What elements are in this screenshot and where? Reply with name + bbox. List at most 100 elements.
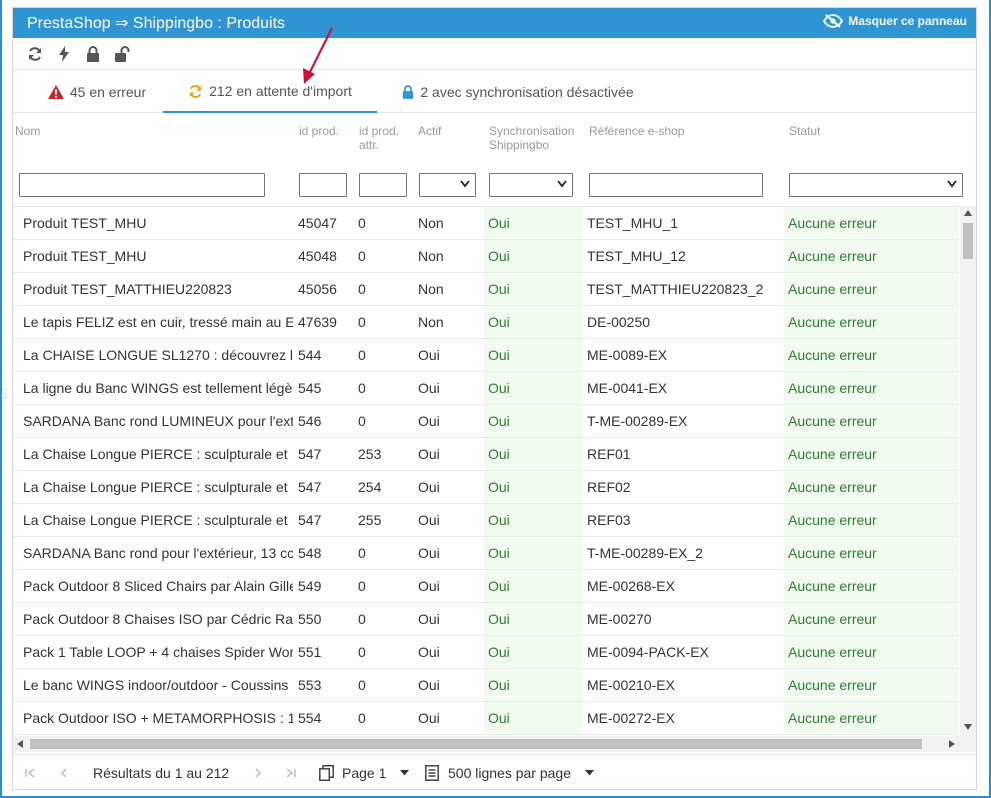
previous-page-button[interactable] — [59, 755, 69, 791]
cell-id: 545 — [298, 380, 322, 396]
cell-actif: Non — [418, 215, 444, 231]
cell-actif: Oui — [418, 578, 440, 594]
cell-attr: 0 — [358, 281, 366, 297]
scroll-down-icon[interactable] — [964, 724, 972, 730]
next-page-button[interactable] — [253, 755, 263, 791]
table-row[interactable]: Pack 1 Table LOOP + 4 chaises Spider Wor… — [13, 636, 959, 669]
cell-nom: Le banc WINGS indoor/outdoor - Coussins — [23, 677, 289, 693]
cell-nom: Pack Outdoor 8 Chaises ISO par Cédric Ra — [23, 611, 293, 627]
cell-statut: Aucune erreur — [784, 603, 959, 635]
table-row[interactable]: Produit TEST_MATTHIEU220823 45056 0 Non Oui T… — [13, 273, 959, 306]
scroll-left-icon[interactable] — [17, 740, 23, 748]
column-header-ref[interactable]: Référence e-shop — [589, 124, 684, 138]
cell-ref: TEST_MHU_12 — [587, 248, 686, 264]
first-page-button[interactable] — [24, 755, 36, 791]
table-row[interactable]: La Chaise Longue PIERCE : sculpturale et… — [13, 438, 959, 471]
column-header-actif[interactable]: Actif — [418, 124, 441, 138]
cell-id: 45056 — [298, 281, 337, 297]
panel-title: PrestaShop ⇒ Shippingbo : Produits — [27, 15, 286, 32]
column-header-id-prod[interactable]: id prod. — [299, 124, 339, 138]
filter-ref-input[interactable] — [589, 173, 763, 197]
column-header-statut[interactable]: Statut — [789, 124, 820, 138]
horizontal-scrollbar[interactable] — [13, 736, 976, 752]
vertical-scrollbar[interactable] — [960, 206, 976, 736]
filter-id-prod-attr-input[interactable] — [359, 173, 407, 197]
cell-actif: Oui — [418, 710, 440, 726]
cell-id: 551 — [298, 644, 322, 660]
cell-id: 547 — [298, 479, 322, 495]
lock-icon — [403, 85, 414, 99]
cell-actif: Oui — [418, 545, 440, 561]
table-row[interactable]: SARDANA Banc rond LUMINEUX pour l'ext 546… — [13, 405, 959, 438]
cell-id: 45048 — [298, 248, 337, 264]
cell-statut: Aucune erreur — [784, 438, 959, 470]
tab-errors[interactable]: 45 en erreur — [27, 71, 167, 113]
cell-attr: 254 — [358, 479, 382, 495]
cell-statut: Aucune erreur — [784, 636, 959, 668]
table-row[interactable]: Pack Outdoor ISO + METAMORPHOSIS : 1 554 0… — [13, 702, 959, 735]
cell-actif: Non — [418, 281, 444, 297]
vertical-scroll-thumb[interactable] — [963, 223, 973, 259]
table-row[interactable]: Le banc WINGS indoor/outdoor - Coussins 5… — [13, 669, 959, 702]
cell-actif: Oui — [418, 446, 440, 462]
cell-ref: DE-00250 — [587, 314, 651, 330]
filter-actif-select[interactable] — [419, 173, 476, 197]
page-selector[interactable]: Page 1 — [319, 755, 410, 791]
table-row[interactable]: La CHAISE LONGUE SL1270 : découvrez l 544… — [13, 339, 959, 372]
cell-attr: 0 — [358, 215, 366, 231]
tab-sync-disabled[interactable]: 2 avec synchronisation désactivée — [393, 71, 643, 113]
hide-panel-button[interactable]: Masquer ce panneau — [823, 14, 967, 28]
cell-sync: Oui — [484, 702, 583, 734]
scroll-up-icon[interactable] — [964, 210, 972, 216]
cell-actif: Oui — [418, 479, 440, 495]
filter-id-prod-input[interactable] — [299, 173, 347, 197]
app-window: PrestaShop ⇒ Shippingbo : Produits Masqu… — [0, 0, 991, 798]
cell-nom: Pack Outdoor ISO + METAMORPHOSIS : 1 — [23, 710, 293, 726]
cell-attr: 0 — [358, 380, 366, 396]
filter-nom-input[interactable] — [19, 173, 265, 197]
cell-sync: Oui — [484, 207, 583, 239]
last-page-button[interactable] — [285, 755, 297, 791]
cell-sync: Oui — [484, 504, 583, 536]
cell-statut: Aucune erreur — [784, 504, 959, 536]
column-header-nom[interactable]: Nom — [15, 124, 40, 138]
table-row[interactable]: Produit TEST_MHU 45047 0 Non Oui TEST_MHU_1 Au… — [13, 207, 959, 240]
lightning-icon — [58, 46, 69, 62]
unlock-button[interactable] — [107, 42, 136, 66]
table-row[interactable]: La ligne du Banc WINGS est tellement lég… — [13, 372, 959, 405]
cell-ref: ME-0094-PACK-EX — [587, 644, 709, 660]
table-row[interactable]: Le tapis FELIZ est en cuir, tressé main … — [13, 306, 959, 339]
cell-sync: Oui — [484, 273, 583, 305]
table-row[interactable]: La Chaise Longue PIERCE : sculpturale et… — [13, 504, 959, 537]
horizontal-scroll-thumb[interactable] — [30, 739, 922, 749]
column-header-sync[interactable]: Synchronisation Shippingbo — [489, 124, 574, 152]
table-row[interactable]: La Chaise Longue PIERCE : sculpturale et… — [13, 471, 959, 504]
table-row[interactable]: Pack Outdoor 8 Chaises ISO par Cédric Ra… — [13, 603, 959, 636]
cell-ref: TEST_MHU_1 — [587, 215, 679, 231]
cell-ref: TEST_MATTHIEU220823_2 — [587, 281, 764, 297]
refresh-icon — [189, 84, 202, 98]
status-tabs: 45 en erreur 212 en attente d'import 2 a… — [13, 71, 976, 113]
cell-sync: Oui — [484, 636, 583, 668]
column-header-id-prod-attr[interactable]: id prod. attr. — [359, 124, 399, 152]
table-row[interactable]: Produit TEST_MHU 45048 0 Non Oui TEST_MHU_12 A… — [13, 240, 959, 273]
refresh-button[interactable] — [20, 42, 49, 66]
lock-button[interactable] — [78, 42, 107, 66]
table-row[interactable]: SARDANA Banc rond pour l'extérieur, 13 c… — [13, 537, 959, 570]
cell-id: 550 — [298, 611, 322, 627]
cell-ref: ME-0041-EX — [587, 380, 668, 396]
page-size-selector[interactable]: 500 lignes par page — [425, 755, 594, 791]
scroll-right-icon[interactable] — [949, 740, 955, 748]
tab-pending-import[interactable]: 212 en attente d'import — [163, 71, 377, 113]
filter-sync-select[interactable] — [489, 173, 573, 197]
force-sync-button[interactable] — [49, 42, 78, 66]
cell-statut: Aucune erreur — [784, 207, 959, 239]
filter-statut-select[interactable] — [789, 173, 963, 197]
last-page-icon — [286, 768, 296, 778]
resize-handle[interactable]: · · · — [4, 385, 8, 403]
results-count: Résultats du 1 au 212 — [93, 765, 230, 781]
panel-header: PrestaShop ⇒ Shippingbo : Produits Masqu… — [13, 8, 976, 38]
cell-id: 553 — [298, 677, 322, 693]
table-row[interactable]: Pack Outdoor 8 Sliced Chairs par Alain G… — [13, 570, 959, 603]
cell-id: 546 — [298, 413, 322, 429]
